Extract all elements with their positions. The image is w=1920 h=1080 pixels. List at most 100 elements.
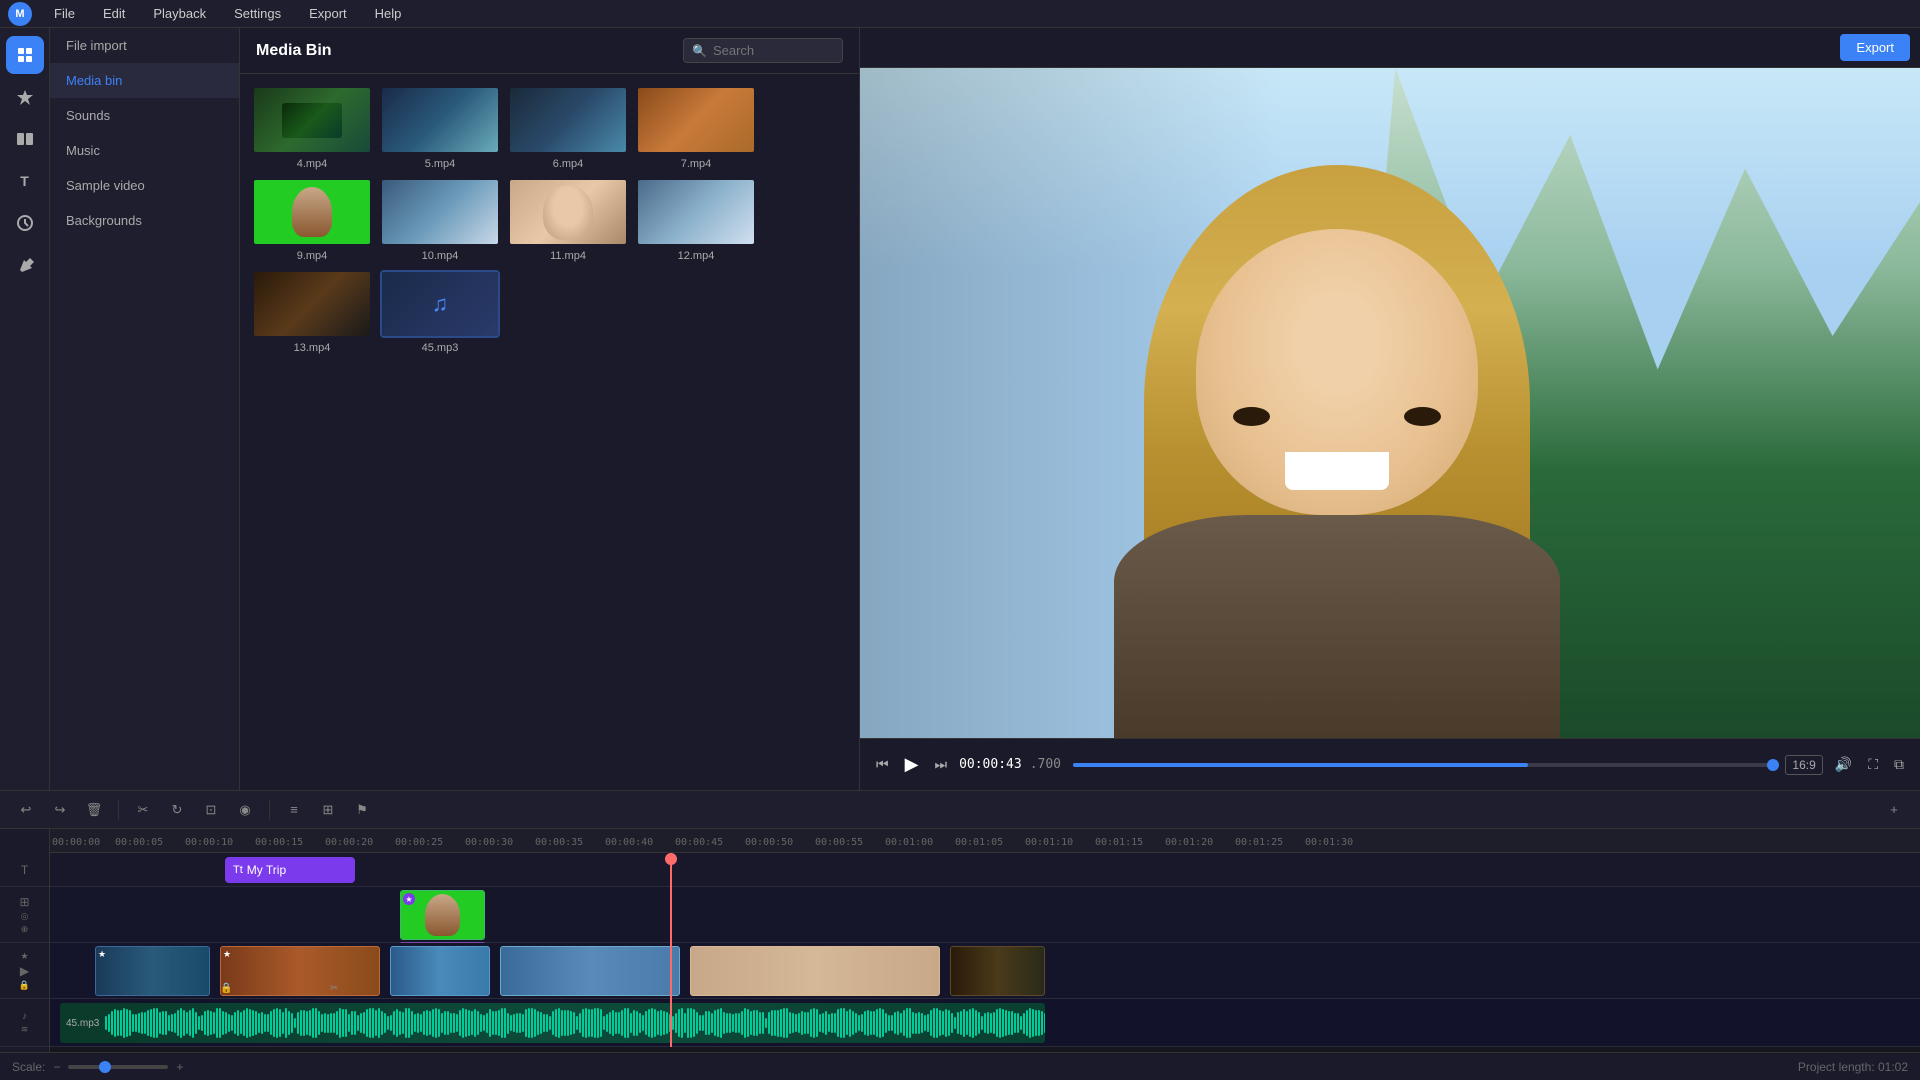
- title-clip[interactable]: Tt My Trip: [225, 857, 355, 883]
- overlay-button[interactable]: ⊞: [314, 796, 342, 824]
- scale-minus-icon[interactable]: −: [53, 1060, 60, 1074]
- search-box[interactable]: 🔍: [683, 38, 843, 63]
- text-icon: Tt: [233, 864, 243, 876]
- redo2-button[interactable]: ↻: [163, 796, 191, 824]
- aspect-ratio-badge[interactable]: 16:9: [1785, 755, 1822, 775]
- skip-forward-button[interactable]: ⏭: [930, 752, 951, 777]
- progress-fill: [1073, 763, 1528, 767]
- undo-button[interactable]: ↩: [12, 796, 40, 824]
- track-clip-1[interactable]: ★: [95, 946, 210, 996]
- panel-item-sample-video[interactable]: Sample video: [50, 168, 239, 203]
- media-item[interactable]: 13.mp4: [252, 270, 372, 354]
- media-label: 45.mp3: [422, 342, 459, 354]
- ruler-mark-50: 00:00:50: [745, 837, 793, 848]
- waveform-bars: // Generate waveform bars inline const w…: [105, 1003, 1045, 1043]
- menu-settings[interactable]: Settings: [228, 4, 287, 23]
- menu-bar: M File Edit Playback Settings Export Hel…: [0, 0, 1920, 28]
- media-item[interactable]: ♫ 45.mp3: [380, 270, 500, 354]
- panel-item-sounds[interactable]: Sounds: [50, 98, 239, 133]
- media-thumb-7mp4[interactable]: [636, 86, 756, 154]
- menu-file[interactable]: File: [48, 4, 81, 23]
- media-grid: 4.mp4 5.mp4 6.mp4 7.mp4: [240, 74, 859, 366]
- text-track-row: Tt My Trip: [50, 853, 1920, 887]
- timeline-content[interactable]: 00:00:00 00:00:05 00:00:10 00:00:15 00:0…: [50, 829, 1920, 1052]
- media-label: 10.mp4: [422, 250, 459, 262]
- media-thumb-5mp4[interactable]: [380, 86, 500, 154]
- audio-track-row: 45.mp3 // Generate waveform bars inline …: [50, 999, 1920, 1047]
- redo-button[interactable]: ↪: [46, 796, 74, 824]
- text-track-icon: T: [0, 853, 49, 887]
- media-label: 13.mp4: [294, 342, 331, 354]
- media-item[interactable]: 9.mp4: [252, 178, 372, 262]
- track-clip-greenscreen[interactable]: ★: [400, 890, 485, 940]
- media-label: 11.mp4: [550, 250, 586, 262]
- media-bin-header: Media Bin 🔍: [240, 28, 859, 74]
- media-thumb-4mp4[interactable]: [252, 86, 372, 154]
- left-panel: File import Media bin Sounds Music Sampl…: [50, 28, 240, 790]
- ruler-mark-125: 00:01:25: [1235, 837, 1283, 848]
- sidebar-icon-tools[interactable]: [6, 246, 44, 284]
- overlay-track-icon: ⊞◎⊕: [0, 887, 49, 943]
- media-thumb-6mp4[interactable]: [508, 86, 628, 154]
- media-item[interactable]: 7.mp4: [636, 86, 756, 170]
- track-clip-3[interactable]: [390, 946, 490, 996]
- media-bin-panel: Media Bin 🔍 4.mp4 5.mp4: [240, 28, 860, 790]
- track-clip-4[interactable]: [500, 946, 680, 996]
- flag-button[interactable]: ⚑: [348, 796, 376, 824]
- menu-edit[interactable]: Edit: [97, 4, 131, 23]
- media-item[interactable]: 12.mp4: [636, 178, 756, 262]
- scale-slider[interactable]: [68, 1065, 168, 1069]
- export-button[interactable]: Export: [1840, 34, 1910, 61]
- crop-button[interactable]: ⊡: [197, 796, 225, 824]
- track-clip-2[interactable]: ★: [220, 946, 380, 996]
- media-item[interactable]: 10.mp4: [380, 178, 500, 262]
- media-thumb-13mp4[interactable]: [252, 270, 372, 338]
- video-controls: ⏮ ▶ ⏭ 00:00:43.700 16:9 🔊 ⛶ ⧉: [860, 738, 1920, 790]
- marker-button[interactable]: ◉: [231, 796, 259, 824]
- track-clip-6[interactable]: [950, 946, 1045, 996]
- list-button[interactable]: ≡: [280, 796, 308, 824]
- ruler-mark-25: 00:00:25: [395, 837, 443, 848]
- scale-plus-icon[interactable]: +: [176, 1060, 183, 1074]
- audio-waveform[interactable]: 45.mp3 // Generate waveform bars inline …: [60, 1003, 1045, 1043]
- sidebar-icon-history[interactable]: [6, 204, 44, 242]
- panel-item-backgrounds[interactable]: Backgrounds: [50, 203, 239, 238]
- panel-item-music[interactable]: Music: [50, 133, 239, 168]
- panel-item-media-bin[interactable]: Media bin: [50, 63, 239, 98]
- menu-help[interactable]: Help: [369, 4, 408, 23]
- media-item[interactable]: 5.mp4: [380, 86, 500, 170]
- media-thumb-45mp3[interactable]: ♫: [380, 270, 500, 338]
- sidebar-icon-text[interactable]: T: [6, 162, 44, 200]
- sidebar-icon-effects[interactable]: [6, 78, 44, 116]
- media-thumb-9mp4[interactable]: [252, 178, 372, 246]
- title-clip-text: My Trip: [247, 863, 286, 877]
- ruler-mark-130: 00:01:30: [1305, 837, 1353, 848]
- main-video-track-row: ★ ★ 🔒 ✂: [50, 943, 1920, 999]
- delete-button[interactable]: 🗑: [80, 796, 108, 824]
- panel-item-file-import[interactable]: File import: [50, 28, 239, 63]
- media-thumb-11mp4[interactable]: [508, 178, 628, 246]
- sidebar-icon-home[interactable]: [6, 36, 44, 74]
- media-thumb-12mp4[interactable]: [636, 178, 756, 246]
- media-item[interactable]: 6.mp4: [508, 86, 628, 170]
- search-input[interactable]: [713, 43, 834, 58]
- volume-button[interactable]: 🔊: [1831, 752, 1856, 777]
- add-track-button[interactable]: +: [1880, 796, 1908, 824]
- pip-button[interactable]: ⧉: [1890, 752, 1908, 777]
- track-clip-5[interactable]: [690, 946, 940, 996]
- timecode: 00:00:43: [959, 757, 1022, 772]
- cut-button[interactable]: ✂: [129, 796, 157, 824]
- skip-back-button[interactable]: ⏮: [872, 752, 893, 777]
- menu-export[interactable]: Export: [303, 4, 353, 23]
- media-thumb-10mp4[interactable]: [380, 178, 500, 246]
- video-track-icon: ★▶🔒: [0, 943, 49, 999]
- media-item[interactable]: 4.mp4: [252, 86, 372, 170]
- menu-playback[interactable]: Playback: [147, 4, 212, 23]
- progress-bar[interactable]: [1073, 763, 1773, 767]
- sidebar-icon-transitions[interactable]: [6, 120, 44, 158]
- media-item[interactable]: 11.mp4: [508, 178, 628, 262]
- ruler-mark-35: 00:00:35: [535, 837, 583, 848]
- search-icon: 🔍: [692, 44, 707, 58]
- play-button[interactable]: ▶: [901, 750, 923, 779]
- fullscreen-button[interactable]: ⛶: [1864, 752, 1882, 777]
